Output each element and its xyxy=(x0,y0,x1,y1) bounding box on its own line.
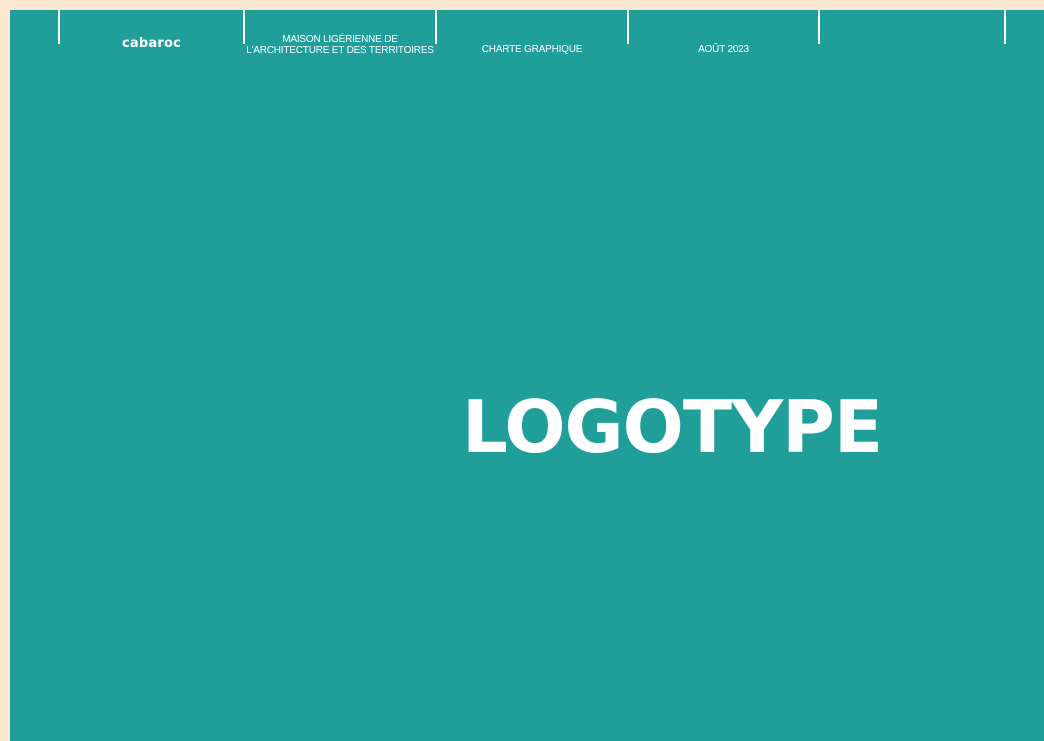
header-divider xyxy=(818,10,820,44)
document-date-label: AOÛT 2023 xyxy=(698,43,749,55)
organization-line-2: L'ARCHITECTURE ET DES TERRITOIRES xyxy=(246,45,434,56)
header-divider xyxy=(1004,10,1006,44)
section-title: LOGOTYPE xyxy=(462,385,883,469)
document-type: CHARTE GRAPHIQUE xyxy=(437,10,627,88)
organization-line-1: MAISON LIGÉRIENNE DE xyxy=(282,34,398,45)
brand-logo: cabaroc xyxy=(60,10,243,76)
organization-name: MAISON LIGÉRIENNE DE L'ARCHITECTURE ET D… xyxy=(245,10,435,80)
document-date: AOÛT 2023 xyxy=(629,10,818,88)
document-type-label: CHARTE GRAPHIQUE xyxy=(481,43,583,55)
brand-name: cabaroc xyxy=(121,35,181,51)
document-page: cabaroc MAISON LIGÉRIENNE DE L'ARCHITECT… xyxy=(10,10,1044,741)
